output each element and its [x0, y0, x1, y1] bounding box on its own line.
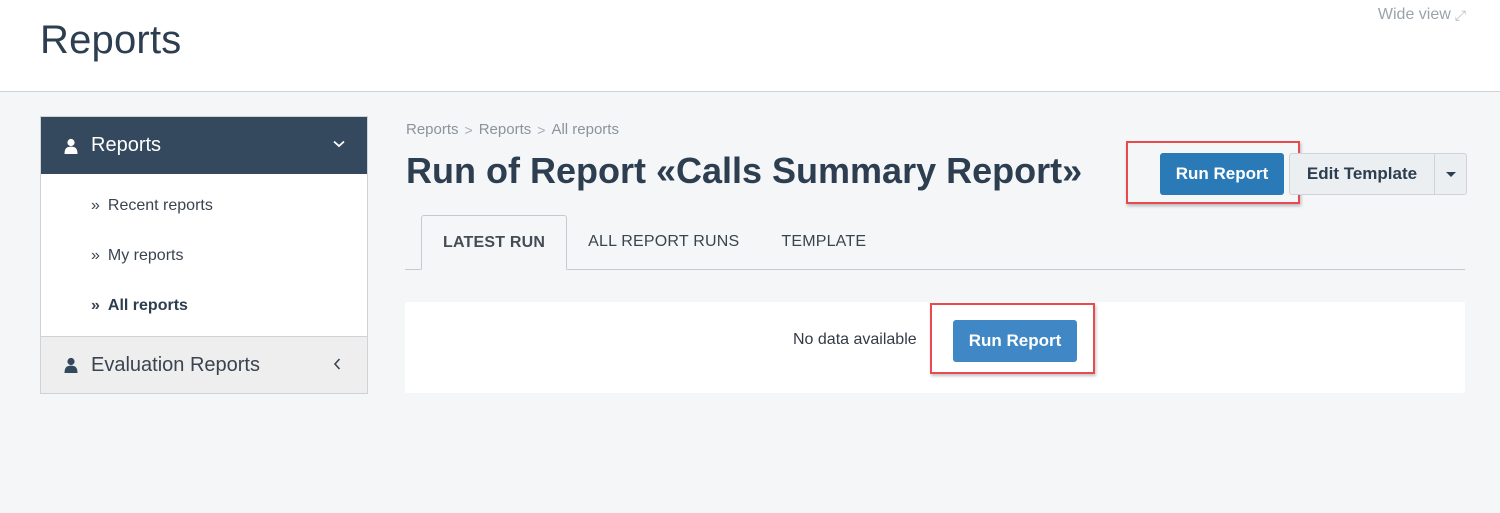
app-title: Reports — [40, 18, 182, 62]
run-report-inline-button[interactable]: Run Report — [953, 320, 1077, 362]
sidebar-section-evaluation-reports[interactable]: Evaluation Reports — [41, 336, 367, 393]
sidebar-item-label: My reports — [107, 247, 184, 264]
sidebar-item-my-reports[interactable]: » My reports — [41, 231, 367, 281]
double-chevron-icon: » — [91, 297, 100, 314]
sidebar-item-label: All reports — [107, 297, 188, 314]
chevron-right-icon: > — [537, 121, 546, 138]
sidebar-item-recent-reports[interactable]: » Recent reports — [41, 181, 367, 231]
tab-template[interactable]: TEMPLATE — [760, 215, 887, 269]
wide-view-toggle[interactable]: Wide view ⤢ — [1378, 6, 1466, 24]
tab-all-report-runs[interactable]: ALL REPORT RUNS — [567, 215, 760, 269]
latest-run-panel — [405, 302, 1465, 393]
double-chevron-icon: » — [91, 247, 100, 264]
sidebar-section-reports[interactable]: Reports — [41, 117, 367, 174]
sidebar-group-label: Evaluation Reports — [91, 353, 260, 376]
expand-icon: ⤢ — [1454, 6, 1466, 23]
person-icon — [64, 138, 78, 154]
sidebar: Reports » Recent reports » My reports » … — [40, 116, 368, 394]
edit-template-button-group: Edit Template — [1289, 153, 1467, 195]
edit-template-button[interactable]: Edit Template — [1290, 154, 1434, 194]
sidebar-items: » Recent reports » My reports » All repo… — [41, 174, 367, 336]
breadcrumb: Reports > Reports > All reports — [406, 121, 619, 138]
breadcrumb-item[interactable]: Reports — [406, 121, 459, 138]
sidebar-item-label: Recent reports — [107, 197, 213, 214]
sidebar-section-label: Reports — [91, 134, 162, 156]
breadcrumb-item[interactable]: All reports — [551, 121, 619, 138]
wide-view-label: Wide view — [1377, 6, 1451, 23]
report-tabs: LATEST RUN ALL REPORT RUNS TEMPLATE — [405, 215, 1465, 270]
person-icon — [64, 357, 78, 373]
empty-state-message: No data available — [793, 331, 917, 348]
page-title: Run of Report «Calls Summary Report» — [406, 150, 1083, 191]
chevron-down-icon — [333, 135, 345, 153]
more-options-dropdown-button[interactable] — [1434, 154, 1466, 194]
double-chevron-icon: » — [91, 197, 100, 214]
caret-down-icon — [1445, 171, 1456, 177]
run-report-button[interactable]: Run Report — [1160, 153, 1284, 195]
sidebar-item-all-reports[interactable]: » All reports — [41, 281, 367, 331]
chevron-right-icon: > — [464, 121, 473, 138]
chevron-left-icon — [333, 354, 341, 375]
tab-latest-run[interactable]: LATEST RUN — [421, 215, 568, 270]
top-bar: Reports Wide view ⤢ — [0, 0, 1500, 92]
breadcrumb-item[interactable]: Reports — [479, 121, 532, 138]
